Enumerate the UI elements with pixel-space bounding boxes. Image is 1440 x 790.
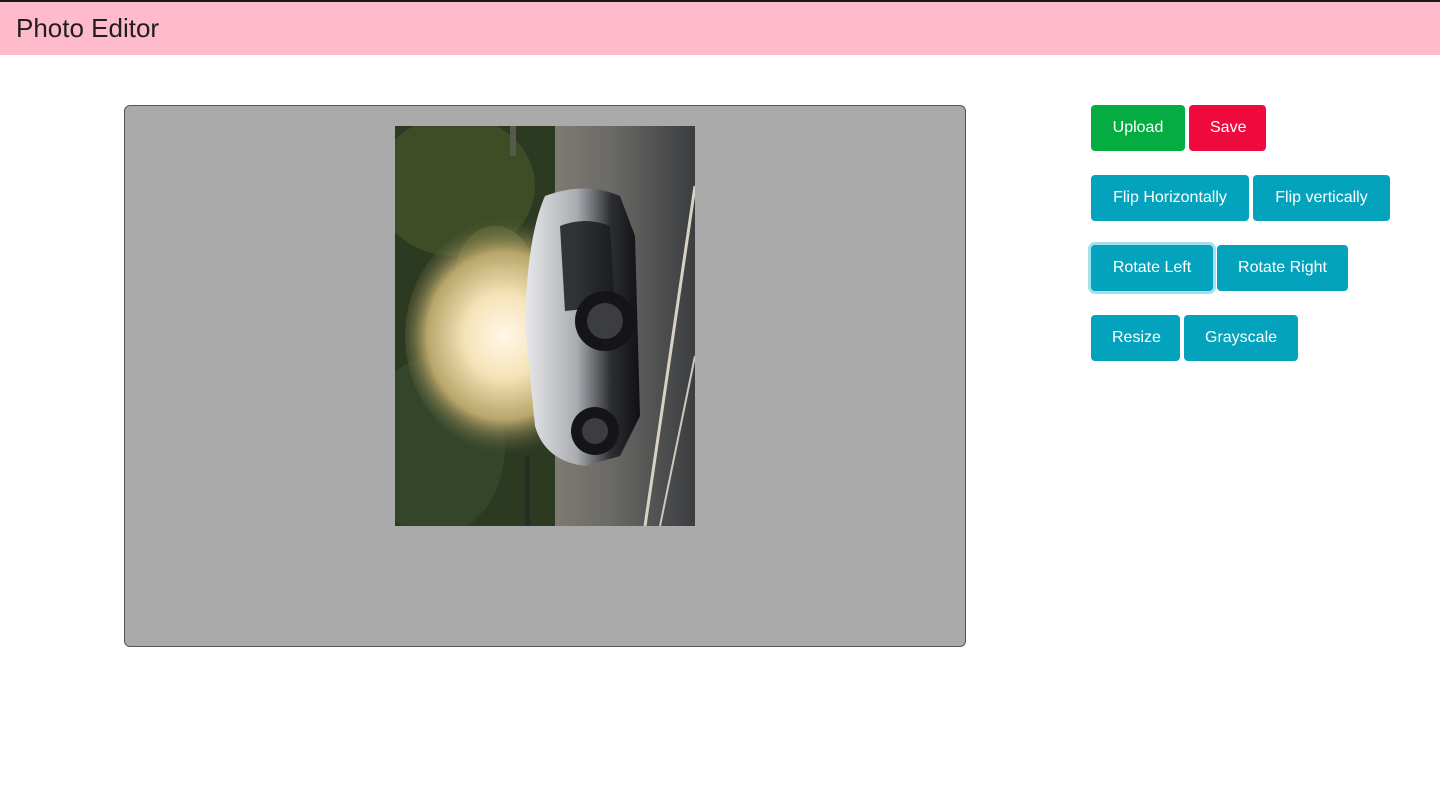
upload-button[interactable]: Upload xyxy=(1091,105,1185,151)
resize-button[interactable]: Resize xyxy=(1091,315,1180,361)
page-title: Photo Editor xyxy=(16,13,160,43)
adjust-actions-row: Resize Grayscale xyxy=(1091,315,1390,361)
edited-photo xyxy=(395,126,695,526)
editor-canvas xyxy=(124,105,966,647)
rotate-actions-row: Rotate Left Rotate Right xyxy=(1091,245,1390,291)
rotate-left-button[interactable]: Rotate Left xyxy=(1091,245,1213,291)
tool-panel: Upload Save Flip Horizontally Flip verti… xyxy=(1091,105,1390,385)
flip-actions-row: Flip Horizontally Flip vertically xyxy=(1091,175,1390,221)
rotate-right-button[interactable]: Rotate Right xyxy=(1217,245,1348,291)
flip-horizontally-button[interactable]: Flip Horizontally xyxy=(1091,175,1249,221)
flip-vertically-button[interactable]: Flip vertically xyxy=(1253,175,1390,221)
save-button[interactable]: Save xyxy=(1189,105,1266,151)
file-actions-row: Upload Save xyxy=(1091,105,1390,151)
app-header: Photo Editor xyxy=(0,2,1440,55)
grayscale-button[interactable]: Grayscale xyxy=(1184,315,1298,361)
